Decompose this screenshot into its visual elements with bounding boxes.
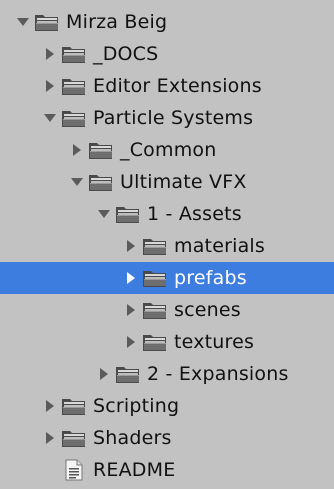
folder-icon (115, 362, 141, 386)
collapsed-arrow-icon[interactable] (43, 46, 57, 62)
tree-item-textures[interactable]: textures (0, 326, 334, 358)
folder-icon (142, 298, 168, 322)
tree-item-label: _Common (120, 139, 217, 161)
tree-item-materials[interactable]: materials (0, 230, 334, 262)
folder-icon (88, 170, 114, 194)
tree-item-label: README (93, 459, 176, 481)
collapsed-arrow-icon[interactable] (43, 398, 57, 414)
tree-item-ultimate-vfx[interactable]: Ultimate VFX (0, 166, 334, 198)
folder-icon (142, 266, 168, 290)
tree-item-label: scenes (174, 299, 241, 321)
collapsed-arrow-icon[interactable] (124, 238, 138, 254)
tree-item-label: Ultimate VFX (120, 171, 247, 193)
folder-icon (115, 202, 141, 226)
tree-item-label: _DOCS (93, 43, 159, 65)
folder-icon (142, 234, 168, 258)
expanded-arrow-icon[interactable] (43, 110, 57, 126)
folder-icon (61, 74, 87, 98)
folder-icon (61, 106, 87, 130)
tree-item-label: 1 - Assets (147, 203, 242, 225)
folder-icon (88, 138, 114, 162)
tree-item-shaders[interactable]: Shaders (0, 422, 334, 454)
expanded-arrow-icon[interactable] (16, 14, 30, 30)
tree-item-label: Mirza Beig (66, 11, 168, 33)
tree-item-label: Shaders (93, 427, 172, 449)
tree-item-mirza-beig[interactable]: Mirza Beig (0, 6, 334, 38)
tree-item-label: Scripting (93, 395, 180, 417)
tree-item-editor-extensions[interactable]: Editor Extensions (0, 70, 334, 102)
folder-icon (61, 394, 87, 418)
tree-item-label: materials (174, 235, 266, 257)
tree-item-label: 2 - Expansions (147, 363, 289, 385)
expanded-arrow-icon[interactable] (97, 206, 111, 222)
tree-item-particle-systems[interactable]: Particle Systems (0, 102, 334, 134)
collapsed-arrow-icon[interactable] (124, 334, 138, 350)
tree-item-prefabs[interactable]: prefabs (0, 262, 334, 294)
tree-item-label: Editor Extensions (93, 75, 262, 97)
tree-item-2-expansions[interactable]: 2 - Expansions (0, 358, 334, 390)
expanded-arrow-icon[interactable] (70, 174, 84, 190)
collapsed-arrow-icon[interactable] (43, 78, 57, 94)
collapsed-arrow-icon[interactable] (124, 302, 138, 318)
collapsed-arrow-icon[interactable] (97, 366, 111, 382)
tree-item-scenes[interactable]: scenes (0, 294, 334, 326)
tree-item-1-assets[interactable]: 1 - Assets (0, 198, 334, 230)
folder-icon (61, 42, 87, 66)
folder-icon (34, 10, 60, 34)
folder-icon (61, 426, 87, 450)
text-file-icon (61, 458, 87, 482)
tree-item-label: textures (174, 331, 255, 353)
project-tree: Mirza Beig _DOCS Editor Extensions Particle… (0, 0, 334, 489)
folder-icon (142, 330, 168, 354)
tree-item-docs[interactable]: _DOCS (0, 38, 334, 70)
collapsed-arrow-icon[interactable] (43, 430, 57, 446)
collapsed-arrow-icon[interactable] (124, 270, 138, 286)
tree-item-readme[interactable]: README (0, 454, 334, 486)
tree-item-common[interactable]: _Common (0, 134, 334, 166)
collapsed-arrow-icon[interactable] (70, 142, 84, 158)
tree-item-label: prefabs (174, 267, 247, 289)
tree-item-scripting[interactable]: Scripting (0, 390, 334, 422)
tree-item-label: Particle Systems (93, 107, 254, 129)
